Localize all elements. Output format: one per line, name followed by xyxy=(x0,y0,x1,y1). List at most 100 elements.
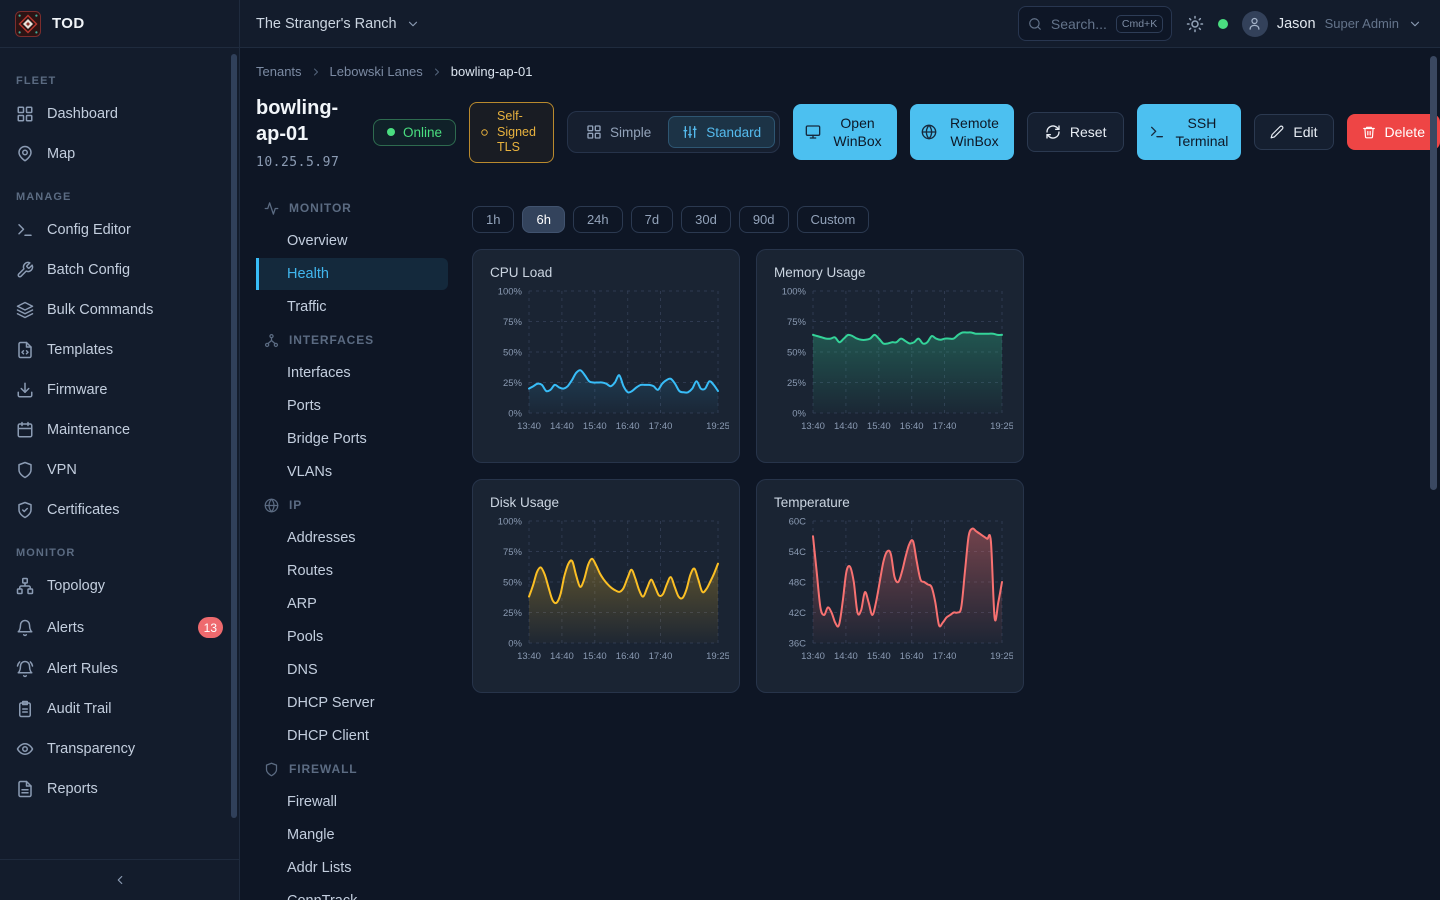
main-scrollbar[interactable] xyxy=(1430,56,1437,490)
delete-button[interactable]: Delete xyxy=(1347,114,1440,150)
theme-toggle-button[interactable] xyxy=(1186,15,1204,33)
reset-label: Reset xyxy=(1070,123,1107,141)
subnav-item-mangle[interactable]: Mangle xyxy=(256,819,448,851)
time-range-30d[interactable]: 30d xyxy=(681,206,731,233)
sidebar-item-certificates[interactable]: Certificates xyxy=(0,490,239,530)
svg-text:15:40: 15:40 xyxy=(867,651,891,662)
report-icon xyxy=(16,780,34,798)
subnav-item-overview[interactable]: Overview xyxy=(256,225,448,257)
svg-text:50%: 50% xyxy=(503,577,523,588)
reset-button[interactable]: Reset xyxy=(1027,112,1125,152)
cpu-load-card: CPU Load100%75%50%25%0%13:4014:4015:4016… xyxy=(472,249,740,463)
svg-text:48C: 48C xyxy=(789,577,807,588)
sidebar-item-firmware[interactable]: Firmware xyxy=(0,370,239,410)
sidebar-item-batch-config[interactable]: Batch Config xyxy=(0,250,239,290)
main-content: Tenants Lebowski Lanes bowling-ap-01 bow… xyxy=(240,48,1440,900)
sidebar-item-label: Config Editor xyxy=(47,222,131,238)
sidebar-item-bulk-commands[interactable]: Bulk Commands xyxy=(0,290,239,330)
subnav-item-dhcp-server[interactable]: DHCP Server xyxy=(256,687,448,719)
search-shortcut-badge: Cmd+K xyxy=(1116,15,1163,33)
ssh-terminal-button[interactable]: SSH Terminal xyxy=(1137,104,1241,160)
time-range-custom[interactable]: Custom xyxy=(797,206,870,233)
file-code-icon xyxy=(16,341,34,359)
tenant-selector[interactable]: The Stranger's Ranch xyxy=(256,16,420,32)
sidebar-item-label: Bulk Commands xyxy=(47,302,153,318)
svg-text:17:40: 17:40 xyxy=(649,421,673,432)
view-mode-standard[interactable]: Standard xyxy=(668,116,775,148)
breadcrumb-tenants[interactable]: Tenants xyxy=(256,64,302,79)
subnav-item-dns[interactable]: DNS xyxy=(256,654,448,686)
sidebar-item-topology[interactable]: Topology xyxy=(0,566,239,606)
sidebar-item-vpn[interactable]: VPN xyxy=(0,450,239,490)
subnav-section-label-firewall: FIREWALL xyxy=(256,753,448,785)
chevron-down-icon xyxy=(1408,17,1422,31)
time-range-1h[interactable]: 1h xyxy=(472,206,514,233)
sidebar-item-maintenance[interactable]: Maintenance xyxy=(0,410,239,450)
sidebar-scrollbar[interactable] xyxy=(231,54,237,818)
monitor-icon xyxy=(805,124,821,140)
subnav-item-traffic[interactable]: Traffic xyxy=(256,291,448,323)
time-range-24h[interactable]: 24h xyxy=(573,206,623,233)
chevron-left-icon xyxy=(113,873,127,887)
subnav-item-interfaces[interactable]: Interfaces xyxy=(256,357,448,389)
svg-text:15:40: 15:40 xyxy=(583,421,607,432)
time-range-90d[interactable]: 90d xyxy=(739,206,789,233)
sidebar-item-templates[interactable]: Templates xyxy=(0,330,239,370)
sidebar-item-reports[interactable]: Reports xyxy=(0,769,239,809)
svg-text:19:25: 19:25 xyxy=(706,651,729,662)
sidebar-item-dashboard[interactable]: Dashboard xyxy=(0,94,239,134)
sidebar-collapse-button[interactable] xyxy=(0,859,239,900)
svg-text:13:40: 13:40 xyxy=(801,651,825,662)
tls-warning-label: Self-Signed TLS xyxy=(497,109,544,156)
svg-text:19:25: 19:25 xyxy=(990,421,1013,432)
subnav-item-arp[interactable]: ARP xyxy=(256,588,448,620)
subnav-item-bridge-ports[interactable]: Bridge Ports xyxy=(256,423,448,455)
breadcrumb-tenant[interactable]: Lebowski Lanes xyxy=(330,64,423,79)
eye-icon xyxy=(16,740,34,758)
subnav-section-label-interfaces: INTERFACES xyxy=(256,324,448,356)
user-menu[interactable]: Jason Super Admin xyxy=(1242,11,1422,37)
svg-text:25%: 25% xyxy=(787,378,807,389)
sidebar-item-alert-rules[interactable]: Alert Rules xyxy=(0,649,239,689)
remote-winbox-button[interactable]: Remote WinBox xyxy=(910,104,1014,160)
subnav-item-pools[interactable]: Pools xyxy=(256,621,448,653)
subnav-item-health[interactable]: Health xyxy=(256,258,448,290)
view-mode-simple[interactable]: Simple xyxy=(572,116,665,148)
subnav-item-conntrack[interactable]: ConnTrack xyxy=(256,885,448,900)
brand: TOD xyxy=(0,0,240,47)
open-winbox-button[interactable]: Open WinBox xyxy=(793,104,897,160)
subnav-item-addresses[interactable]: Addresses xyxy=(256,522,448,554)
svg-text:100%: 100% xyxy=(498,286,523,297)
subnav-item-vlans[interactable]: VLANs xyxy=(256,456,448,488)
edit-button[interactable]: Edit xyxy=(1254,114,1333,150)
calendar-icon xyxy=(16,421,34,439)
chart-title: Temperature xyxy=(774,495,1011,510)
svg-text:17:40: 17:40 xyxy=(933,421,957,432)
svg-text:75%: 75% xyxy=(503,317,523,328)
subnav-item-routes[interactable]: Routes xyxy=(256,555,448,587)
user-role: Super Admin xyxy=(1325,16,1399,31)
subnav-item-dhcp-client[interactable]: DHCP Client xyxy=(256,720,448,752)
sidebar-item-transparency[interactable]: Transparency xyxy=(0,729,239,769)
subnav-section-label-monitor: MONITOR xyxy=(256,192,448,224)
svg-text:25%: 25% xyxy=(503,608,523,619)
subnav-item-ports[interactable]: Ports xyxy=(256,390,448,422)
trash-icon xyxy=(1362,125,1376,139)
shield-icon xyxy=(264,762,279,777)
svg-text:16:40: 16:40 xyxy=(616,421,640,432)
sidebar-item-config-editor[interactable]: Config Editor xyxy=(0,210,239,250)
tod-logo-icon xyxy=(15,11,41,37)
sidebar-item-map[interactable]: Map xyxy=(0,134,239,174)
sidebar-item-alerts[interactable]: Alerts13 xyxy=(0,606,239,649)
sidebar-section-label-monitor: MONITOR xyxy=(16,547,223,559)
subnav-item-addr-lists[interactable]: Addr Lists xyxy=(256,852,448,884)
chart-title: Disk Usage xyxy=(490,495,727,510)
sidebar-item-audit-trail[interactable]: Audit Trail xyxy=(0,689,239,729)
subnav-item-firewall[interactable]: Firewall xyxy=(256,786,448,818)
sidebar-item-label: Templates xyxy=(47,342,113,358)
online-dot-icon xyxy=(387,128,395,136)
time-range-6h[interactable]: 6h xyxy=(522,206,564,233)
time-range-7d[interactable]: 7d xyxy=(631,206,673,233)
search-input[interactable]: Search... Cmd+K xyxy=(1018,6,1172,41)
sidebar-item-label: Reports xyxy=(47,781,98,797)
